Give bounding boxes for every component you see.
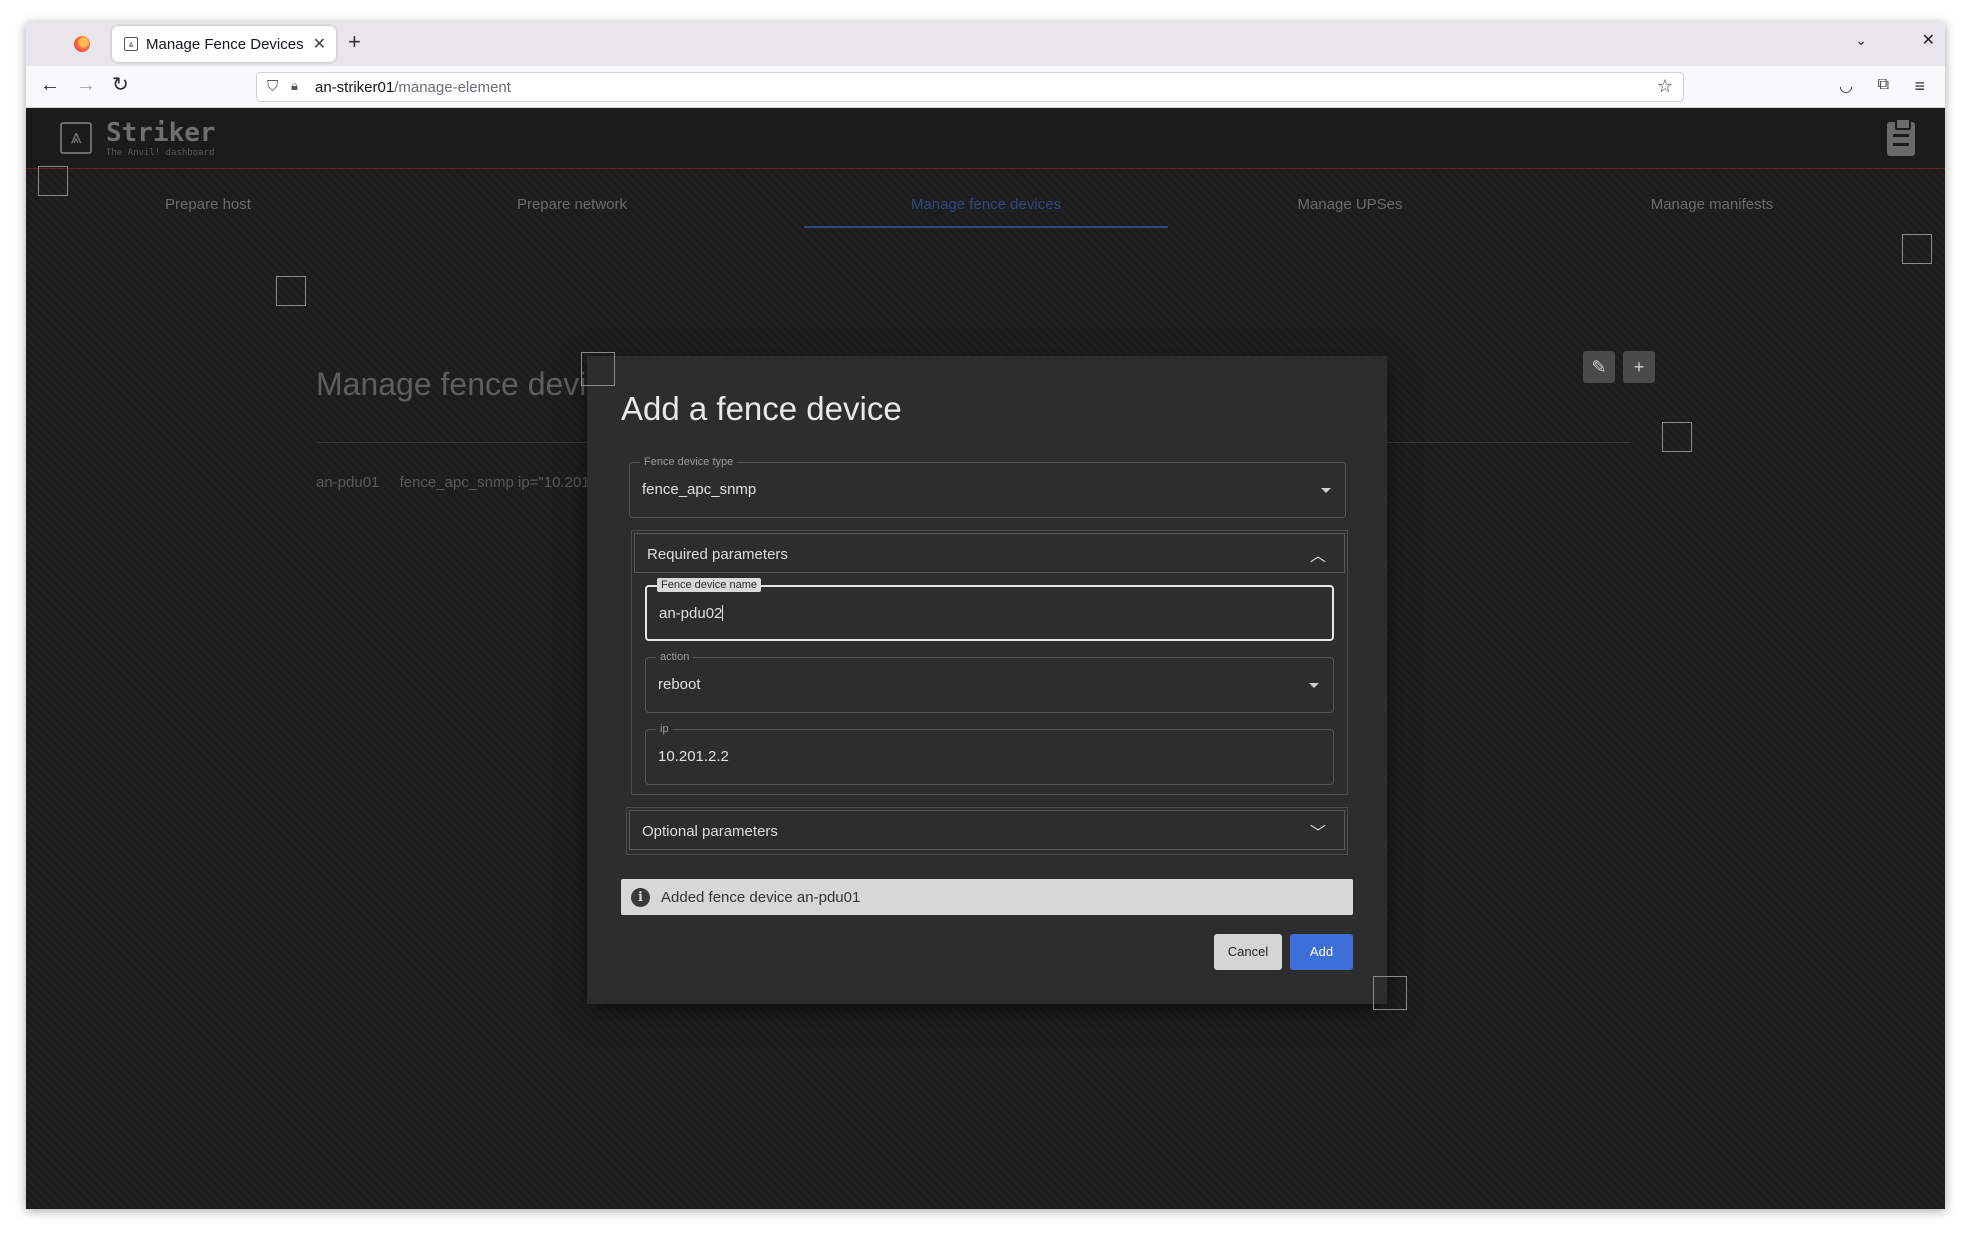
- app-header: ⩓ Striker The Anvil! dashboard: [26, 108, 1945, 169]
- forward-arrow-icon[interactable]: →: [76, 74, 96, 96]
- status-message: i Added fence device an-pdu01: [621, 879, 1353, 915]
- dropdown-arrow-icon: [1321, 488, 1331, 493]
- striker-favicon-icon: ⩓: [124, 37, 138, 51]
- focus-outline-box: [581, 352, 615, 386]
- add-button[interactable]: Add: [1290, 934, 1353, 970]
- action-value: reboot: [658, 676, 701, 693]
- app-tagline: The Anvil! dashboard: [106, 148, 215, 158]
- url-path: /manage-element: [394, 79, 511, 96]
- app-name: Striker: [106, 118, 216, 148]
- focus-outline-box: [1373, 976, 1407, 1010]
- fence-device-name-value: an-pdu02: [659, 605, 724, 622]
- chevron-down-icon: ﹀: [1309, 825, 1326, 842]
- ip-input[interactable]: ip 10.201.2.2: [645, 722, 1334, 785]
- browser-tab-strip: ⩓ Manage Fence Devices ✕ + ⌄ ✕: [26, 22, 1945, 66]
- url-text: an-striker01/manage-element: [315, 79, 511, 96]
- dropdown-arrow-icon: [1309, 683, 1319, 688]
- dialog-title: Add a fence device: [621, 390, 902, 427]
- add-plus-icon[interactable]: +: [1623, 351, 1655, 383]
- tab-manage-manifests[interactable]: Manage manifests: [1530, 190, 1894, 226]
- chevron-up-icon: ︿: [1309, 548, 1326, 565]
- fence-device-name-input[interactable]: Fence device name an-pdu02: [645, 578, 1334, 641]
- status-message-text: Added fence device an-pdu01: [661, 889, 861, 906]
- action-label: action: [656, 650, 694, 664]
- optional-parameters-group: Optional parameters ﹀: [626, 807, 1348, 855]
- browser-tab[interactable]: ⩓ Manage Fence Devices ✕: [112, 26, 336, 62]
- reload-icon[interactable]: ↻: [112, 74, 129, 96]
- info-icon: i: [631, 888, 650, 907]
- bookmark-star-icon[interactable]: ☆: [1657, 76, 1673, 97]
- tab-manage-upses[interactable]: Manage UPSes: [1168, 190, 1532, 226]
- required-parameters-header[interactable]: Required parameters ︿: [634, 533, 1345, 573]
- tab-prepare-network[interactable]: Prepare network: [390, 190, 754, 226]
- required-parameters-group: Required parameters ︿ Fence device name …: [631, 530, 1348, 795]
- edit-pencil-icon[interactable]: ✎: [1583, 351, 1615, 383]
- browser-navbar: ← → ↻ ⛉ 🔒︎ an-striker01/manage-element ☆…: [26, 66, 1945, 108]
- striker-logo-icon: ⩓: [60, 122, 92, 154]
- hamburger-menu-icon[interactable]: ≡: [1914, 76, 1925, 97]
- url-bar[interactable]: ⛉ 🔒︎ an-striker01/manage-element ☆: [256, 72, 1684, 102]
- ip-value: 10.201.2.2: [658, 748, 729, 765]
- tab-prepare-host[interactable]: Prepare host: [26, 190, 390, 226]
- focus-outline-box: [1902, 234, 1932, 264]
- cancel-button[interactable]: Cancel: [1214, 934, 1282, 970]
- fence-device-name-text: an-pdu02: [659, 605, 723, 622]
- optional-parameters-label: Optional parameters: [642, 823, 778, 840]
- lock-icon[interactable]: 🔒︎: [291, 78, 298, 94]
- fence-device-type-label: Fence device type: [640, 455, 738, 469]
- extensions-icon[interactable]: ⧉: [1878, 76, 1889, 94]
- tracking-shield-icon[interactable]: ⛉: [267, 78, 278, 95]
- fence-device-type-value: fence_apc_snmp: [642, 481, 757, 498]
- fence-device-type-select[interactable]: Fence device type fence_apc_snmp: [629, 455, 1346, 518]
- add-fence-device-dialog: Add a fence device Fence device type fen…: [587, 356, 1387, 1004]
- ip-label: ip: [656, 722, 673, 736]
- browser-window: ⩓ Manage Fence Devices ✕ + ⌄ ✕ ← → ↻ ⛉ 🔒…: [26, 22, 1945, 1209]
- window-close-icon[interactable]: ✕: [1922, 30, 1935, 50]
- firefox-icon: [74, 36, 90, 52]
- url-host: an-striker01: [315, 79, 395, 96]
- browser-tab-title: Manage Fence Devices: [146, 36, 304, 53]
- back-arrow-icon[interactable]: ←: [40, 74, 60, 96]
- fence-device-name-label: Fence device name: [657, 578, 761, 592]
- tab-close-icon[interactable]: ✕: [313, 34, 326, 54]
- page: ⩓ Striker The Anvil! dashboard Prepare h…: [26, 108, 1945, 1209]
- required-parameters-label: Required parameters: [647, 546, 788, 563]
- focus-outline-box: [276, 276, 306, 306]
- fence-device-name: an-pdu01: [316, 474, 380, 491]
- pocket-icon[interactable]: ◡: [1839, 76, 1853, 96]
- tab-list-chevron-icon[interactable]: ⌄: [1855, 32, 1867, 49]
- clipboard-icon[interactable]: [1887, 118, 1915, 156]
- optional-parameters-header[interactable]: Optional parameters ﹀: [629, 810, 1345, 850]
- new-tab-icon[interactable]: +: [348, 30, 361, 54]
- action-select[interactable]: action reboot: [645, 650, 1334, 713]
- text-caret: [722, 605, 724, 621]
- tab-manage-fence-devices[interactable]: Manage fence devices: [804, 190, 1168, 228]
- nav-tabs: Prepare host Prepare network Manage fenc…: [26, 190, 1945, 230]
